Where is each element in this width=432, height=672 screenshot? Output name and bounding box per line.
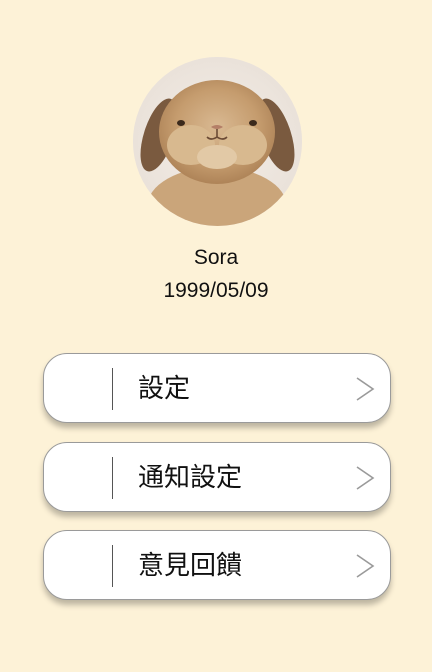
menu-item-label: 通知設定 [138,463,243,493]
chevron-right-icon [356,377,375,401]
menu-item-feedback[interactable]: 意見回饋 [43,530,391,600]
divider [112,368,113,410]
chevron-right-icon [356,466,375,490]
avatar[interactable] [133,57,302,226]
menu-item-settings[interactable]: 設定 [43,353,391,423]
menu-item-label: 設定 [138,374,191,404]
rabbit-avatar-image [133,57,302,226]
divider [112,457,113,499]
profile-birthday: 1999/05/09 [163,279,269,302]
divider [112,545,113,587]
chevron-right-icon [356,554,375,578]
profile-name: Sora [193,246,239,269]
menu-item-label: 意見回饋 [138,551,243,581]
menu-item-notification-settings[interactable]: 通知設定 [43,442,391,512]
